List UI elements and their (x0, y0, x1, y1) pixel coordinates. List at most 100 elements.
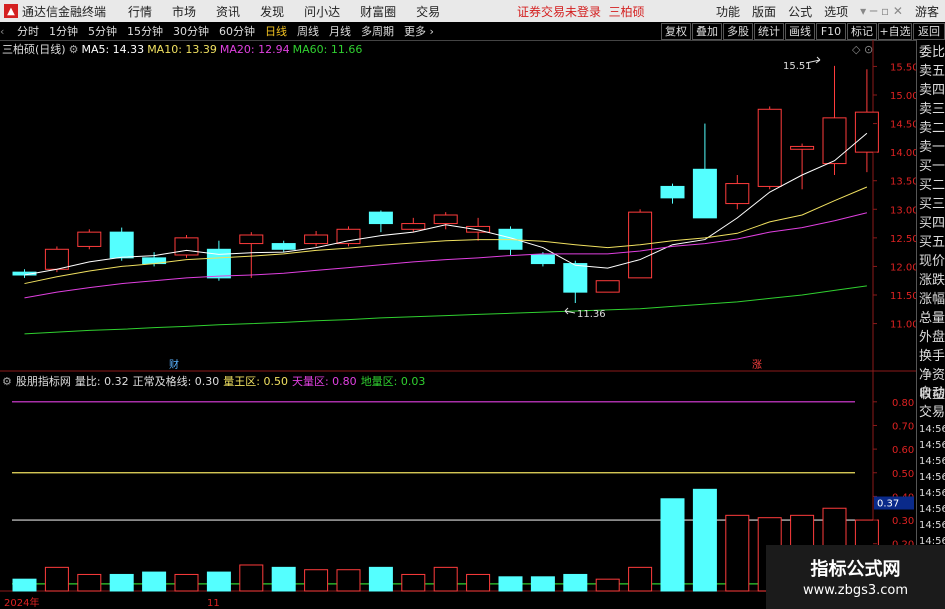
limit-up-marker[interactable]: 涨 (752, 359, 762, 371)
btn-overlay[interactable]: 叠加 (692, 23, 722, 40)
volume-bar[interactable] (466, 573, 491, 592)
volume-bar[interactable] (498, 576, 523, 592)
candle[interactable] (206, 240, 231, 281)
period-5min[interactable]: 5分钟 (83, 23, 122, 39)
volume-bar[interactable] (628, 566, 653, 592)
volume-bar[interactable] (336, 569, 361, 592)
candle[interactable] (466, 217, 491, 241)
btn-add-watchlist[interactable]: +自选 (878, 23, 912, 40)
volume-bar[interactable] (206, 571, 231, 592)
period-multi[interactable]: 多周期 (356, 23, 399, 39)
candle[interactable] (271, 240, 296, 253)
volume-bar[interactable] (433, 566, 458, 592)
menu-formula[interactable]: 公式 (788, 3, 812, 20)
volume-bar[interactable] (692, 488, 717, 592)
rp-item-1[interactable]: 卖五 (919, 62, 945, 81)
btn-multi-stock[interactable]: 多股 (723, 23, 753, 40)
candle[interactable] (692, 123, 717, 219)
menu-options[interactable]: 选项 (824, 3, 848, 20)
candle[interactable] (239, 232, 264, 278)
menu-function[interactable]: 功能 (716, 3, 740, 20)
volume-bar[interactable] (142, 571, 167, 592)
period-30min[interactable]: 30分钟 (168, 23, 214, 39)
volume-bar[interactable] (239, 564, 264, 592)
finance-marker[interactable]: 财 (169, 358, 179, 371)
rp-item-8[interactable]: 买三 (919, 195, 945, 214)
period-15min[interactable]: 15分钟 (122, 23, 168, 39)
period-60min[interactable]: 60分钟 (214, 23, 260, 39)
candle[interactable] (336, 226, 361, 247)
btn-draw-line[interactable]: 画线 (785, 23, 815, 40)
rp-item-10[interactable]: 买五 (919, 233, 945, 252)
btn-statistics[interactable]: 统计 (754, 23, 784, 40)
rp-item-15[interactable]: 外盘 (919, 328, 945, 347)
kline-chart[interactable]: 15.50 15.00 14.50 14.00 13.50 13.00 12.50 12.00… (0, 40, 916, 609)
candle[interactable] (822, 65, 847, 175)
rp-item-14[interactable]: 总量 (919, 309, 945, 328)
rp-item-17[interactable]: 净资 (919, 366, 945, 385)
rp-item-5[interactable]: 卖一 (919, 138, 945, 157)
volume-bar[interactable] (109, 573, 134, 592)
period-weekly[interactable]: 周线 (292, 23, 324, 39)
menu-item-market[interactable]: 市场 (172, 3, 196, 20)
menu-item-ask[interactable]: 问小达 (304, 3, 340, 20)
rp-item-7[interactable]: 买二 (919, 176, 945, 195)
menu-layout[interactable]: 版面 (752, 3, 776, 20)
candle[interactable] (77, 229, 102, 250)
volume-bar[interactable] (725, 514, 750, 592)
candle[interactable] (725, 175, 750, 210)
window-controls[interactable]: ▾ ─ ▫ ✕ (860, 4, 903, 18)
btn-mark[interactable]: 标记 (847, 23, 877, 40)
candle[interactable] (660, 183, 685, 204)
candle[interactable] (595, 280, 620, 293)
login-warning[interactable]: 证券交易未登录 三柏硕 (517, 3, 645, 20)
period-intraday[interactable]: 分时 (12, 23, 44, 39)
candle[interactable] (368, 210, 393, 233)
candle[interactable] (109, 227, 134, 261)
candle[interactable] (757, 106, 782, 190)
volume-bar[interactable] (271, 566, 296, 592)
menu-item-news[interactable]: 资讯 (216, 3, 240, 20)
candle[interactable] (304, 231, 329, 247)
rp-item-0[interactable]: 委比 (919, 43, 945, 62)
volume-bar[interactable] (368, 566, 393, 592)
volume-bar[interactable] (12, 578, 37, 592)
volume-bar[interactable] (174, 573, 199, 592)
chart-diamond-icon[interactable]: ◇ (852, 43, 861, 56)
chart-settings-icon[interactable]: ⊙ (864, 43, 873, 56)
volume-bar[interactable] (595, 578, 620, 592)
rp-item-4[interactable]: 卖二 (919, 119, 945, 138)
rp-item-2[interactable]: 卖四 (919, 81, 945, 100)
rp-item-11[interactable]: 现价 (919, 252, 945, 271)
volume-bar[interactable] (563, 573, 588, 592)
volume-bar[interactable] (401, 573, 426, 592)
candle[interactable] (790, 143, 815, 190)
btn-f10[interactable]: F10 (816, 23, 846, 40)
rp-item-13[interactable]: 涨幅 (919, 290, 945, 309)
btn-adjust[interactable]: 复权 (661, 23, 691, 40)
volume-bar[interactable] (660, 498, 685, 592)
rp-item-3[interactable]: 卖三 (919, 100, 945, 119)
candle[interactable] (854, 69, 879, 173)
menu-item-trade[interactable]: 交易 (416, 3, 440, 20)
candle[interactable] (44, 246, 69, 273)
rp-item-6[interactable]: 买一 (919, 157, 945, 176)
rp-item-12[interactable]: 涨跌 (919, 271, 945, 290)
btn-back[interactable]: 返回 (913, 23, 945, 40)
volume-bar[interactable] (530, 576, 555, 592)
guest-label[interactable]: 游客 (915, 3, 939, 20)
rp-trade[interactable]: 交易 (919, 403, 945, 422)
menu-item-discover[interactable]: 发现 (260, 3, 284, 20)
period-monthly[interactable]: 月线 (324, 23, 356, 39)
volume-bar[interactable] (304, 569, 329, 592)
menu-item-quotes[interactable]: 行情 (128, 3, 152, 20)
period-more[interactable]: 更多 › (399, 23, 439, 39)
candle[interactable] (174, 235, 199, 258)
volume-bar[interactable] (44, 566, 69, 592)
menu-item-wealth[interactable]: 财富圈 (360, 3, 396, 20)
rp-item-9[interactable]: 买四 (919, 214, 945, 233)
rp-auto[interactable]: 自动 (919, 384, 945, 403)
rp-item-16[interactable]: 换手 (919, 347, 945, 366)
period-daily[interactable]: 日线 (260, 23, 292, 39)
volume-bar[interactable] (77, 573, 102, 592)
